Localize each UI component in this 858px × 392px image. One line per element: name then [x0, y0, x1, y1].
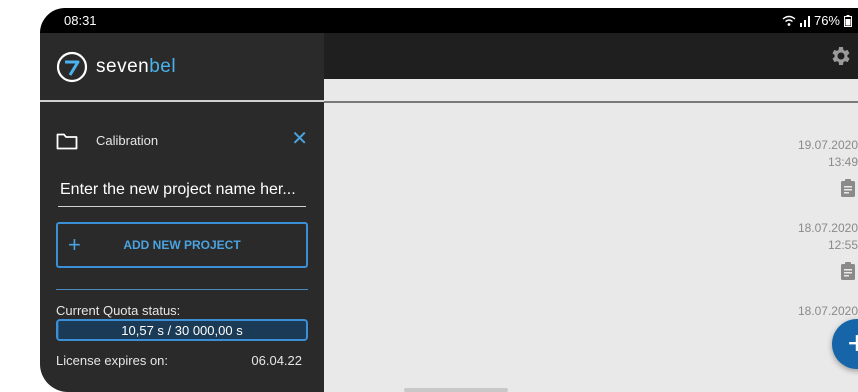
brand-logo: sevenbel	[56, 51, 176, 83]
battery-percent: 76%	[813, 13, 840, 28]
project-name: Calibration	[96, 133, 159, 148]
add-fab-button[interactable]: +	[832, 319, 858, 369]
wifi-icon	[782, 15, 796, 26]
quota-value: 10,57 s / 30 000,00 s	[121, 323, 243, 338]
app-bar	[324, 33, 858, 79]
add-project-label: ADD NEW PROJECT	[123, 238, 241, 252]
status-icons: 76%	[782, 13, 852, 28]
clipboard-icon[interactable]	[840, 262, 856, 280]
status-bar: 08:31 76%	[40, 8, 858, 33]
entry-time: 13:49	[827, 155, 858, 169]
clipboard-icon[interactable]	[840, 179, 856, 197]
list-item[interactable]: 19.07.2020 13:49	[778, 137, 858, 197]
device-frame: 08:31 76% 19.07.2020 13:49 18.07.2020 12…	[0, 0, 858, 392]
license-date: 06.04.22	[251, 353, 302, 368]
status-time: 08:31	[64, 13, 97, 28]
entry-date: 18.07.2020	[797, 221, 858, 235]
brand-prefix: seven	[96, 56, 150, 77]
divider	[56, 289, 308, 290]
battery-icon	[844, 14, 852, 27]
gear-icon[interactable]	[828, 44, 852, 68]
signal-icon	[799, 15, 810, 27]
plus-icon: +	[68, 232, 81, 257]
home-indicator[interactable]	[404, 388, 508, 392]
navigation-drawer: sevenbel Calibration ✕ + ADD NEW PROJECT…	[40, 33, 324, 392]
entry-date: 18.07.2020	[797, 304, 858, 318]
list-item[interactable]: 18.07.2020	[778, 303, 858, 320]
list-item[interactable]: 18.07.2020 12:55	[778, 220, 858, 280]
main-content: 19.07.2020 13:49 18.07.2020 12:55 18.07.…	[324, 79, 858, 392]
sevenbel-logo-icon	[56, 51, 88, 83]
close-icon[interactable]: ✕	[291, 129, 308, 149]
brand-suffix: bel	[149, 56, 177, 77]
project-row[interactable]: Calibration ✕	[56, 129, 308, 151]
add-new-project-button[interactable]: + ADD NEW PROJECT	[56, 222, 308, 268]
entry-date: 19.07.2020	[797, 138, 858, 152]
brand-name: sevenbel	[96, 56, 176, 78]
quota-label: Current Quota status:	[56, 303, 181, 318]
folder-icon	[56, 133, 78, 150]
new-project-name-input[interactable]	[58, 173, 306, 207]
divider	[40, 100, 324, 102]
quota-progress-bar: 10,57 s / 30 000,00 s	[56, 319, 308, 341]
divider	[324, 101, 858, 103]
license-label: License expires on:	[56, 353, 169, 368]
entry-time: 12:55	[827, 238, 858, 252]
